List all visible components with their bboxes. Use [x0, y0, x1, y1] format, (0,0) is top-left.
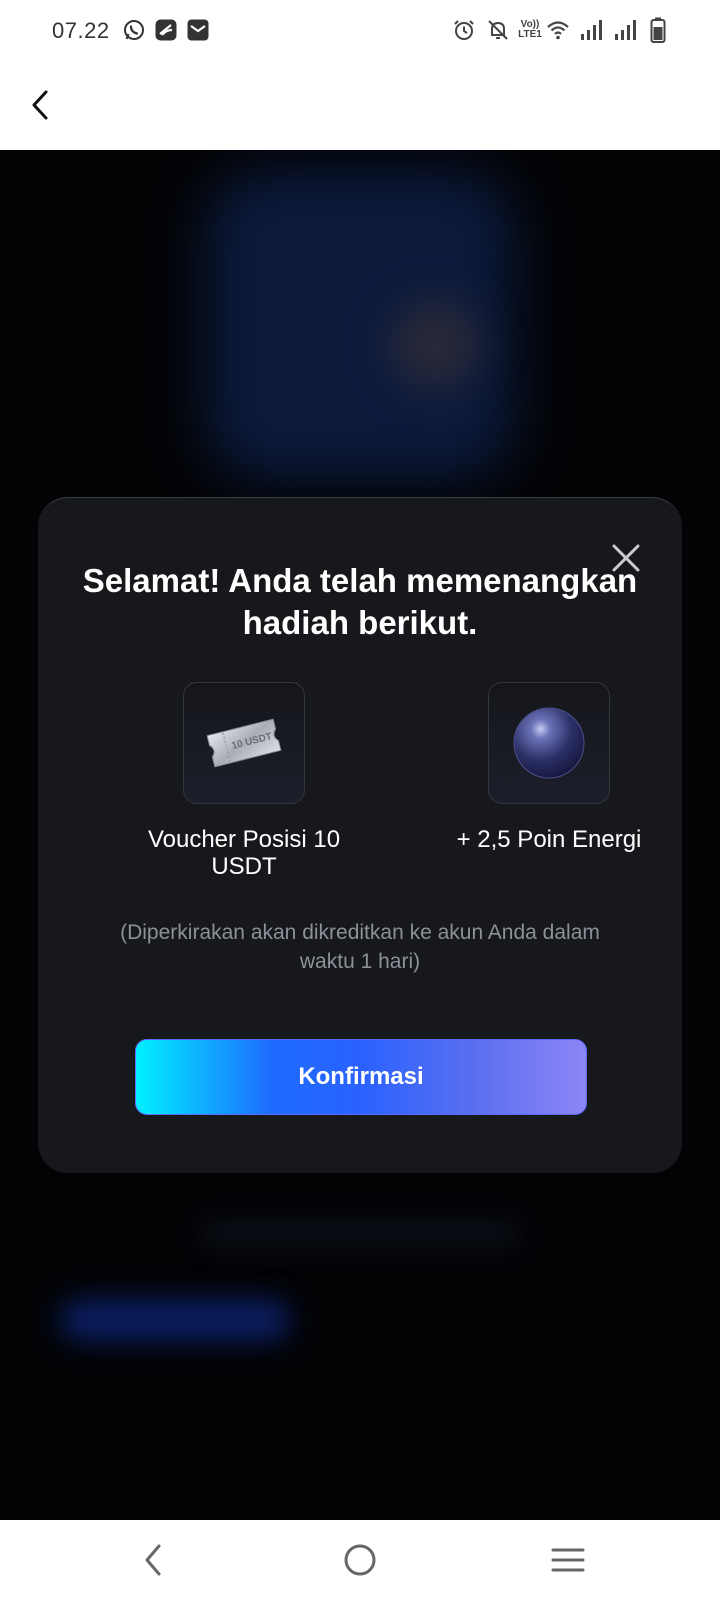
signal-icon — [580, 18, 606, 42]
whatsapp-icon — [122, 18, 146, 42]
close-button[interactable] — [606, 538, 646, 578]
blurred-button — [60, 1300, 290, 1340]
reward-label-energy: + 2,5 Poin Energi — [456, 826, 642, 853]
close-icon — [612, 544, 640, 572]
voucher-ticket-icon: 10 USDT — [206, 718, 282, 768]
reward-item-energy: + 2,5 Poin Energi — [429, 682, 669, 853]
energy-orb-icon — [513, 707, 585, 779]
reward-tile — [488, 682, 610, 804]
battery-icon — [650, 17, 666, 43]
reward-dialog: Selamat! Anda telah memenangkan hadiah b… — [38, 497, 682, 1173]
signal-icon-2 — [614, 18, 640, 42]
mail-icon — [186, 18, 210, 42]
blurred-highlight — [390, 300, 480, 390]
reward-label-voucher: Voucher Posisi 10 USDT — [147, 826, 341, 880]
mute-icon — [486, 18, 510, 42]
reward-tile: 10 USDT — [183, 682, 305, 804]
nav-back-button[interactable] — [131, 1538, 175, 1582]
reward-item-voucher: 10 USDT Voucher Posisi 10 USDT — [124, 682, 364, 880]
back-nav-icon — [145, 1544, 161, 1576]
home-circle-icon — [344, 1544, 376, 1576]
menu-icon — [551, 1548, 585, 1572]
wifi-icon — [546, 18, 570, 42]
dialog-title: Selamat! Anda telah memenangkan hadiah b… — [82, 562, 638, 641]
volte-icon: Vo)) LTE1 — [517, 18, 543, 42]
chevron-left-icon — [32, 90, 48, 120]
volte-label-bottom: LTE1 — [518, 29, 542, 40]
confirm-button[interactable]: Konfirmasi — [135, 1039, 587, 1115]
nav-home-button[interactable] — [338, 1538, 382, 1582]
nav-menu-button[interactable] — [546, 1538, 590, 1582]
back-button[interactable] — [20, 80, 60, 130]
status-bar: 07.22 Vo)) LTE1 — [0, 0, 720, 60]
status-time: 07.22 — [52, 18, 110, 43]
alarm-icon — [452, 18, 476, 42]
app-icon — [154, 18, 178, 42]
system-nav-bar — [0, 1520, 720, 1600]
app-bar — [0, 60, 720, 150]
blurred-text-line — [200, 1220, 520, 1248]
credit-note: (Diperkirakan akan dikreditkan ke akun A… — [120, 921, 600, 973]
